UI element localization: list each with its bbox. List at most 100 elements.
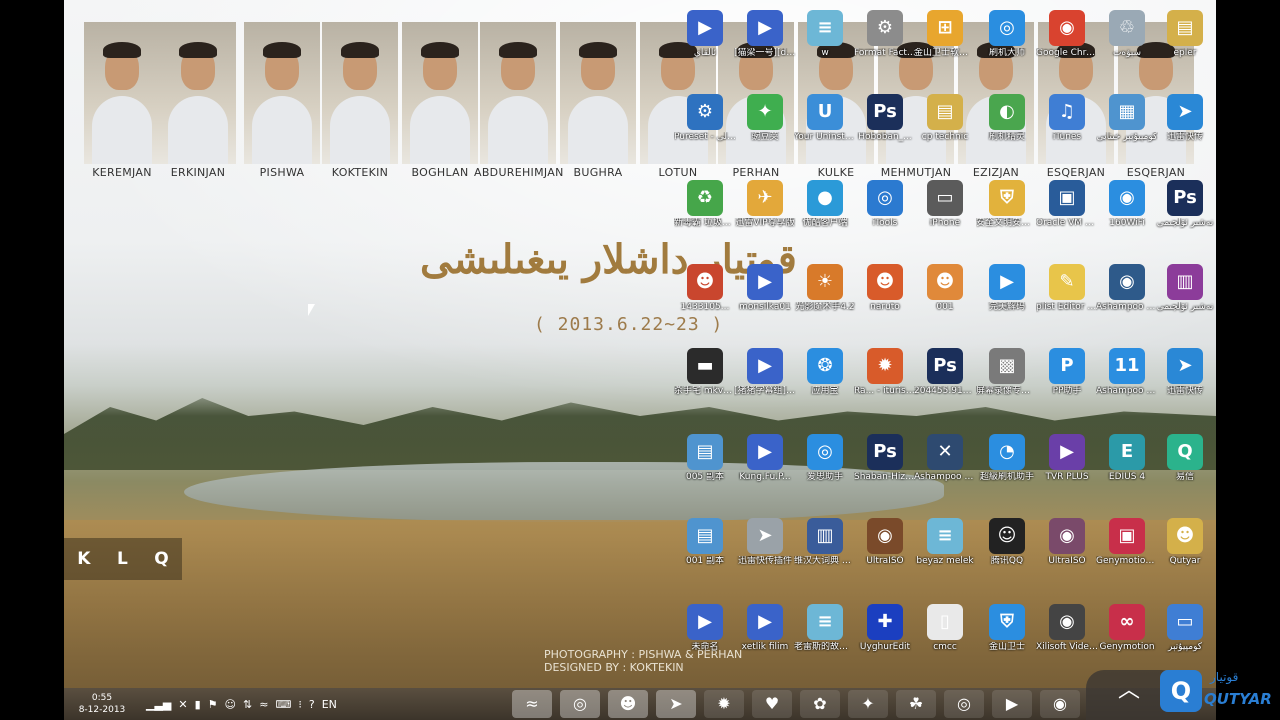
document-icon: ▤ bbox=[687, 434, 723, 470]
desktop-icon[interactable]: ▶ Kung.Fu.P... bbox=[734, 430, 796, 512]
mkv-icon: ▶ bbox=[687, 10, 723, 46]
taskbar-app-button[interactable]: ☻ bbox=[608, 690, 648, 718]
desktop-icon[interactable]: E EDIUS 4 bbox=[1096, 430, 1158, 512]
taskbar-app-button[interactable]: ✹ bbox=[704, 690, 744, 718]
desktop[interactable]: KEREMJAN ERKINJAN PISHWA KOKTEKIN BOGHLAN ABD… bbox=[64, 0, 1216, 688]
desktop-icon[interactable]: ➤ 迅雷快传 bbox=[1154, 90, 1216, 172]
tray-icon[interactable]: ≈ bbox=[259, 698, 268, 711]
desktop-icon[interactable]: ♻ 新毒霸 垃圾清理 bbox=[674, 176, 736, 258]
taskbar-app-button[interactable]: ◉ bbox=[1040, 690, 1080, 718]
portrait-body bbox=[168, 96, 228, 164]
desktop-icon[interactable]: ☺ 腾讯QQ bbox=[976, 514, 1038, 596]
clock[interactable]: 0:55 8-12-2013 bbox=[64, 692, 140, 716]
desktop-icon[interactable]: ➤ 迅雷快传 bbox=[1154, 344, 1216, 426]
photoshop-icon: Ps bbox=[867, 434, 903, 470]
desktop-icon[interactable]: ◔ 超級刷机助手 bbox=[976, 430, 1038, 512]
desktop-icon[interactable]: ▶ monsilka01 bbox=[734, 260, 796, 342]
desktop-icon[interactable]: ▭ iPhone bbox=[914, 176, 976, 258]
desktop-icon[interactable]: ▥ نەشىر ئۆلچىمى bbox=[1154, 260, 1216, 342]
desktop-icon[interactable]: ▤ 005 副本 bbox=[674, 430, 736, 512]
desktop-icon[interactable]: ⚙ Pureset - تەستىق ئولى bbox=[674, 90, 736, 172]
taskbar-app-button[interactable]: ◎ bbox=[944, 690, 984, 718]
tray-icon[interactable]: ? bbox=[309, 698, 315, 711]
desktop-icon[interactable]: ▦ كومپيۇتېر خىتابى bbox=[1096, 90, 1158, 172]
desktop-icon[interactable]: Ps Hoboban_... bbox=[854, 90, 916, 172]
tray-icon[interactable]: ⌨ bbox=[275, 698, 291, 711]
desktop-icon[interactable]: ✚ UyghurEdit bbox=[854, 600, 916, 682]
tray-icon[interactable]: ✕ bbox=[178, 698, 187, 711]
desktop-icon[interactable]: ◎ 刷机大师 bbox=[976, 6, 1038, 88]
taskbar-app-button[interactable]: ♥ bbox=[752, 690, 792, 718]
desktop-icon[interactable]: ▤ 001 副本 bbox=[674, 514, 736, 596]
desktop-icon[interactable]: ● 优酷客户端 bbox=[794, 176, 856, 258]
desktop-icon[interactable]: ⚙ Format Factory bbox=[854, 6, 916, 88]
desktop-icon[interactable]: ◎ 爱思助手 bbox=[794, 430, 856, 512]
tray-icon[interactable]: ☺ bbox=[225, 698, 236, 711]
desktop-icon[interactable]: ⛨ 安全文明安装新手专用 bbox=[976, 176, 1038, 258]
desktop-icon[interactable]: Ps نەشىر ئۆلچىمى bbox=[1154, 176, 1216, 258]
desktop-icon[interactable]: ▶ ئالقاي bbox=[674, 6, 736, 88]
desktop-icon[interactable]: ✎ plist Editor for Windows bbox=[1036, 260, 1098, 342]
desktop-icon[interactable]: ≡ 老雷斯的故事DVD1 bbox=[794, 600, 856, 682]
taskbar-app-button[interactable]: ➤ bbox=[656, 690, 696, 718]
desktop-icon[interactable]: ▩ 屏幕录像专家V2012 bbox=[976, 344, 1038, 426]
desktop-icon[interactable]: ▤ cp technic bbox=[914, 90, 976, 172]
taskbar-app-button[interactable]: ◎ bbox=[560, 690, 600, 718]
desktop-icon[interactable]: Ps 204455.918... bbox=[914, 344, 976, 426]
desktop-icon[interactable]: ⊞ 金山卫士软件管理 bbox=[914, 6, 976, 88]
taskbar-app-button[interactable]: ▶ bbox=[992, 690, 1032, 718]
desktop-icon[interactable]: ▶ TVR PLUS bbox=[1036, 430, 1098, 512]
tray-icon[interactable]: ⇅ bbox=[243, 698, 252, 711]
desktop-icon[interactable]: ✈ 迅雷VIP尊享版 bbox=[734, 176, 796, 258]
desktop-icon[interactable]: ♫ iTunes bbox=[1036, 90, 1098, 172]
language-indicator[interactable]: EN bbox=[322, 698, 337, 711]
taskbar-app-button[interactable]: ≈ bbox=[512, 690, 552, 718]
desktop-icon[interactable]: ⛨ 金山卫士 bbox=[976, 600, 1038, 682]
desktop-icon[interactable]: ▯ cmcc bbox=[914, 600, 976, 682]
desktop-icon[interactable]: Ps Shaban-Hiz sinipi bbox=[854, 430, 916, 512]
desktop-icon[interactable]: ◎ iTools bbox=[854, 176, 916, 258]
desktop-icon[interactable]: ◉ Ashampoo Burning ... bbox=[1096, 260, 1158, 342]
taskbar-app-button[interactable]: ✿ bbox=[800, 690, 840, 718]
taskbar-app-button[interactable]: ☘ bbox=[896, 690, 936, 718]
taskbar-app-button[interactable]: ✦ bbox=[848, 690, 888, 718]
desktop-icon[interactable]: ✦ 豌豆荚 bbox=[734, 90, 796, 172]
desktop-icon[interactable]: ▶ [猫梁一号][dmhy][e... bbox=[734, 6, 796, 88]
desktop-icon[interactable]: ❂ 应用宝 bbox=[794, 344, 856, 426]
desktop-icon[interactable]: ✹ Ra... - iturist ئويۇنلار bbox=[854, 344, 916, 426]
taskbar[interactable]: 0:55 8-12-2013 ▁▃▅ ✕ ▮ ⚑ ☺ ⇅ ≈ ⌨ ⁝? EN ≈ ◎ ☻ ➤ ✹ ♥ ✿ ✦ ☘ ◎… bbox=[64, 688, 1216, 720]
tray-icon[interactable]: ▁▃▅ bbox=[146, 698, 171, 711]
desktop-icon[interactable]: U Your Uninstaller! bbox=[794, 90, 856, 172]
desktop-icon[interactable]: ▶ [猪猪字幕组][招牌... bbox=[734, 344, 796, 426]
desktop-icon[interactable]: ▶ 完美解码 bbox=[976, 260, 1038, 342]
desktop-icon[interactable]: ▤ epler bbox=[1154, 6, 1216, 88]
desktop-icon[interactable]: ☻ Qutyar bbox=[1154, 514, 1216, 596]
desktop-icon[interactable]: ♲ سېۋەت bbox=[1096, 6, 1158, 88]
desktop-icon[interactable]: ≡ beyaz melek bbox=[914, 514, 976, 596]
tray-icon[interactable]: ▮ bbox=[195, 698, 201, 711]
desktop-icon[interactable]: ◉ 160WiFi bbox=[1096, 176, 1158, 258]
desktop-icon[interactable]: ☀ 光影魔术手4.2 bbox=[794, 260, 856, 342]
desktop-icon[interactable]: ▣ Oracle VM VirtualBox bbox=[1036, 176, 1098, 258]
desktop-icon[interactable]: ☻ 001 bbox=[914, 260, 976, 342]
desktop-icon[interactable]: ▥ 维汉大词典 2007 bbox=[794, 514, 856, 596]
desktop-icon[interactable]: Q 易信 bbox=[1154, 430, 1216, 512]
desktop-icon[interactable]: ✕ Ashampoo Burning ... bbox=[914, 430, 976, 512]
desktop-icon[interactable]: ▣ Genymotion Shell bbox=[1096, 514, 1158, 596]
desktop-icon[interactable]: ▶ xetlik filim bbox=[734, 600, 796, 682]
desktop-icon[interactable]: ▶ 未命名 bbox=[674, 600, 736, 682]
desktop-icon[interactable]: ◉ UltraISO bbox=[1036, 514, 1098, 596]
tray-icon[interactable]: ⚑ bbox=[208, 698, 218, 711]
desktop-icon[interactable]: 11 Ashampoo Burning ... bbox=[1096, 344, 1158, 426]
desktop-icon[interactable]: ◐ 刷机精灵 bbox=[976, 90, 1038, 172]
tray-icon[interactable]: ⁝ bbox=[298, 698, 302, 711]
desktop-icon[interactable]: P PP助手 bbox=[1036, 344, 1098, 426]
desktop-icon[interactable]: ➤ 迅雷快传插件 bbox=[734, 514, 796, 596]
desktop-icon[interactable]: ◉ Xilisoft Video Converter ... bbox=[1036, 600, 1098, 682]
desktop-icon[interactable]: ☻ 1433105... bbox=[674, 260, 736, 342]
desktop-icon[interactable]: ▬ 杀手宅 mkv_snap... bbox=[674, 344, 736, 426]
desktop-icon[interactable]: ◉ Google Chrome bbox=[1036, 6, 1098, 88]
desktop-icon[interactable]: ◉ UltraISO bbox=[854, 514, 916, 596]
desktop-icon[interactable]: ☻ naruto bbox=[854, 260, 916, 342]
desktop-icon[interactable]: ≡ w bbox=[794, 6, 856, 88]
